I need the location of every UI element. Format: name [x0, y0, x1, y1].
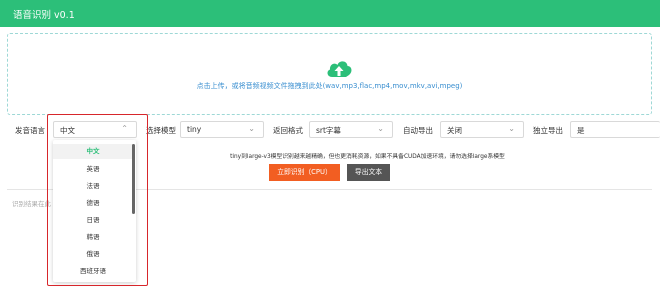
cloud-upload-icon — [327, 61, 352, 77]
export-text-button[interactable]: 导出文本 — [347, 164, 390, 181]
auto-export-select[interactable]: 关闭 ⌄ — [440, 121, 524, 138]
language-label: 发音语言 — [15, 126, 45, 135]
format-select-value: srt字幕 — [316, 126, 341, 135]
model-select-value: tiny — [187, 125, 202, 134]
chevron-down-icon: ⌄ — [248, 124, 255, 133]
independent-export-select-value: 是 — [577, 126, 585, 135]
auto-export-select-value: 关闭 — [447, 126, 462, 135]
format-select[interactable]: srt字幕 ⌄ — [309, 121, 393, 138]
independent-export-label: 独立导出 — [533, 126, 563, 135]
chevron-down-icon: ⌄ — [508, 124, 515, 133]
auto-export-label: 自动导出 — [403, 126, 433, 135]
app-header: 语音识别 v0.1 — [0, 0, 660, 27]
upload-hint: 点击上传，或将音频视频文件拖拽到此处(wav,mp3,flac,mp4,mov,… — [196, 82, 463, 90]
model-label: 选择模型 — [146, 126, 176, 135]
result-placeholder: 识别结果在此 — [12, 200, 51, 208]
independent-export-select[interactable]: 是 — [570, 121, 660, 138]
recognize-button[interactable]: 立即识别（CPU） — [269, 164, 340, 181]
model-description-text: tiny到large-v3模型识别越来越精确，但也更消耗资源，如果不具备CUDA… — [230, 154, 505, 160]
format-label: 返回格式 — [273, 126, 303, 135]
file-upload-dropzone[interactable]: 点击上传，或将音频视频文件拖拽到此处(wav,mp3,flac,mp4,mov,… — [7, 33, 652, 115]
chevron-down-icon: ⌄ — [377, 124, 384, 133]
highlight-box — [47, 114, 148, 286]
app-title: 语音识别 v0.1 — [13, 10, 75, 21]
model-select[interactable]: tiny ⌄ — [180, 121, 264, 138]
